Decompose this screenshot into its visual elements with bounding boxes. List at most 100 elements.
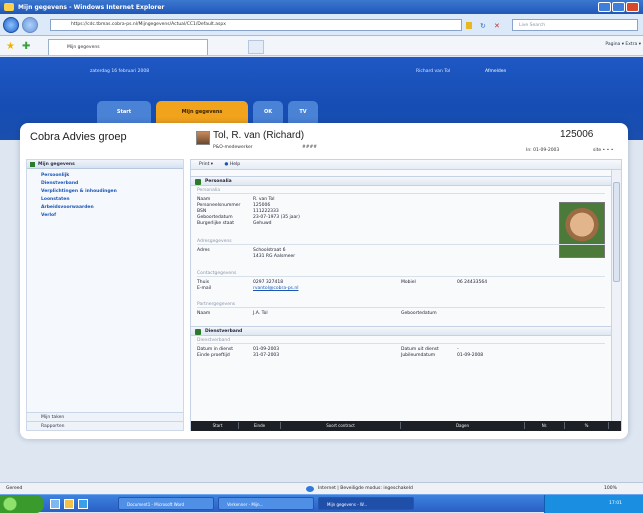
field-label: Datum uit dienst: [401, 347, 439, 352]
address-bar-row: https://cdc.tbmas.cobra-ps.nl/Mijngegeve…: [0, 14, 643, 36]
banner-user: Richard van Tol: [416, 69, 451, 74]
column-header-nr[interactable]: Nr.: [525, 422, 565, 429]
section-header-dienstverband[interactable]: Dienstverband: [191, 326, 611, 336]
field-label: Datum in dienst: [197, 347, 234, 352]
start-button[interactable]: [0, 495, 44, 513]
clock: 17:01: [609, 501, 622, 506]
field-label: E-mail: [197, 286, 212, 291]
field-label: Burgerlijke staat: [197, 221, 234, 226]
field-label: Thuis: [197, 280, 210, 285]
back-button[interactable]: [3, 17, 19, 33]
nav-tab-mijn-gegevens[interactable]: Mijn gegevens: [156, 101, 248, 125]
person-name: Tol, R. van (Richard): [213, 130, 305, 141]
subheader-dienst: Dienstverband: [197, 338, 605, 344]
sidebar-item-verplichtingen[interactable]: Verplichtingen & inhoudingen: [41, 189, 117, 194]
help-button[interactable]: Help: [230, 162, 240, 167]
section-title: Personalia: [205, 179, 232, 184]
sidebar-footer-mijn-taken[interactable]: Mijn taken: [27, 412, 183, 421]
browser-tab-row: ★ ✚ Mijn gegevens Pagina ▾ Extra ▾: [0, 36, 643, 56]
web-page: zaterdag 16 februari 2008 Richard van To…: [0, 57, 643, 482]
field-value: 23-07-1973 (35 jaar): [253, 215, 300, 220]
quick-launch-icon[interactable]: [50, 499, 60, 509]
ie-logo-icon: [4, 3, 14, 11]
sidebar-item-loonstaten[interactable]: Loonstaten: [41, 197, 70, 202]
taskbar-item-explorer[interactable]: Verkenner - Mijn...: [218, 497, 314, 510]
subheader-adres: Adresgegevens: [197, 239, 605, 245]
stop-icon: ✕: [494, 22, 500, 30]
subheader-personalia: Personalia: [197, 188, 605, 194]
nav-tab-ok[interactable]: OK: [253, 101, 283, 125]
email-link[interactable]: rvantol@cobra-ps.nl: [253, 286, 298, 291]
browser-tools[interactable]: Pagina ▾ Extra ▾: [486, 42, 641, 52]
sidebar-item-dienstverband[interactable]: Dienstverband: [41, 181, 78, 186]
add-favorite-icon[interactable]: ✚: [22, 41, 34, 52]
new-tab-button[interactable]: [248, 40, 264, 54]
favorites-star-icon[interactable]: ★: [6, 41, 18, 52]
taskbar: Document1 - Microsoft Word Verkenner - M…: [0, 494, 643, 513]
contract-table-header: Start Einde Soort contract Dagen Nr. %: [191, 421, 621, 431]
zoom-level[interactable]: 100%: [604, 486, 617, 491]
logout-link[interactable]: Afmelden: [485, 69, 506, 74]
refresh-icon: ↻: [480, 22, 486, 30]
column-header-dagen[interactable]: Dagen: [401, 422, 525, 429]
sidebar-item-persoonlijk[interactable]: Persoonlijk: [41, 173, 69, 178]
field-label: Adres: [197, 248, 210, 253]
field-value: 125006: [253, 203, 271, 208]
field-value: 06 24433564: [457, 280, 488, 285]
scrollbar-thumb[interactable]: [613, 182, 620, 282]
person-more[interactable]: site • • •: [593, 148, 613, 153]
person-start-date: In: 01-09-2003: [526, 148, 560, 153]
browser-tab-title: Mijn gegevens: [67, 45, 100, 50]
field-value: 111222333: [253, 209, 279, 214]
help-icon[interactable]: ●: [224, 162, 228, 167]
field-label: Einde proeftijd: [197, 353, 230, 358]
person-code: ####: [302, 145, 318, 150]
nav-tab-start[interactable]: Start: [97, 101, 151, 125]
column-header-soort-contract[interactable]: Soort contract: [281, 422, 401, 429]
person-id: 125006: [560, 129, 594, 140]
system-tray: 17:01: [544, 495, 643, 513]
column-header-percentage[interactable]: %: [565, 422, 609, 429]
zone-text: Internet | Beveiligde modus: ingeschakel…: [318, 486, 413, 491]
sidebar-footer-rapporten[interactable]: Rapporten: [27, 421, 183, 430]
left-panel-title: Mijn gegevens: [38, 162, 75, 167]
field-label: Naam: [197, 197, 211, 202]
print-button[interactable]: Print ▾: [199, 162, 213, 167]
sidebar-item-verlof[interactable]: Verlof: [41, 213, 56, 218]
quick-launch-icon[interactable]: [78, 499, 88, 509]
field-value: R. van Tol: [253, 197, 275, 202]
maximize-button[interactable]: [612, 2, 625, 12]
status-text: Gereed: [6, 486, 23, 491]
field-value: 31-07-2003: [253, 353, 280, 358]
globe-icon: [306, 486, 314, 492]
sidebar-item-arbeidsvoorwaarden[interactable]: Arbeidsvoorwaarden: [41, 205, 94, 210]
section-title: Dienstverband: [205, 329, 243, 334]
field-value: 01-09-2008: [457, 353, 484, 358]
address-actions: ↻ ✕: [466, 20, 506, 31]
column-header-start[interactable]: Start: [197, 422, 239, 429]
person-role: P&O-medewerker: [213, 145, 253, 150]
field-value: 0297 327418: [253, 280, 284, 285]
profile-photo: [559, 202, 605, 258]
details-panel: Print ▾ ● Help Personalia Personalia Naa…: [190, 159, 622, 431]
forward-button[interactable]: [22, 17, 38, 33]
section-header-personalia[interactable]: Personalia: [191, 176, 611, 186]
subheader-partner: Partnergegevens: [197, 302, 605, 308]
avatar: [196, 131, 210, 145]
address-input[interactable]: https://cdc.tbmas.cobra-ps.nl/Mijngegeve…: [50, 19, 462, 31]
minimize-button[interactable]: [598, 2, 611, 12]
search-input[interactable]: Live Search: [512, 19, 638, 31]
column-header-einde[interactable]: Einde: [239, 422, 281, 429]
quick-launch-icon[interactable]: [64, 499, 74, 509]
taskbar-item-ie[interactable]: Mijn gegevens - W...: [318, 497, 414, 510]
browser-tab-active[interactable]: Mijn gegevens: [48, 39, 208, 55]
taskbar-item-word[interactable]: Document1 - Microsoft Word: [118, 497, 214, 510]
close-window-button[interactable]: [626, 2, 639, 12]
field-label: Geboortedatum: [401, 311, 437, 316]
left-panel-header[interactable]: Mijn gegevens: [27, 160, 183, 169]
field-label: Jubileumdatum: [401, 353, 436, 358]
content-toolbar: Print ▾ ● Help: [191, 160, 621, 170]
field-label: Mobiel: [401, 280, 416, 285]
nav-tab-tv[interactable]: TV: [288, 101, 318, 125]
field-label: Geboortedatum: [197, 215, 233, 220]
